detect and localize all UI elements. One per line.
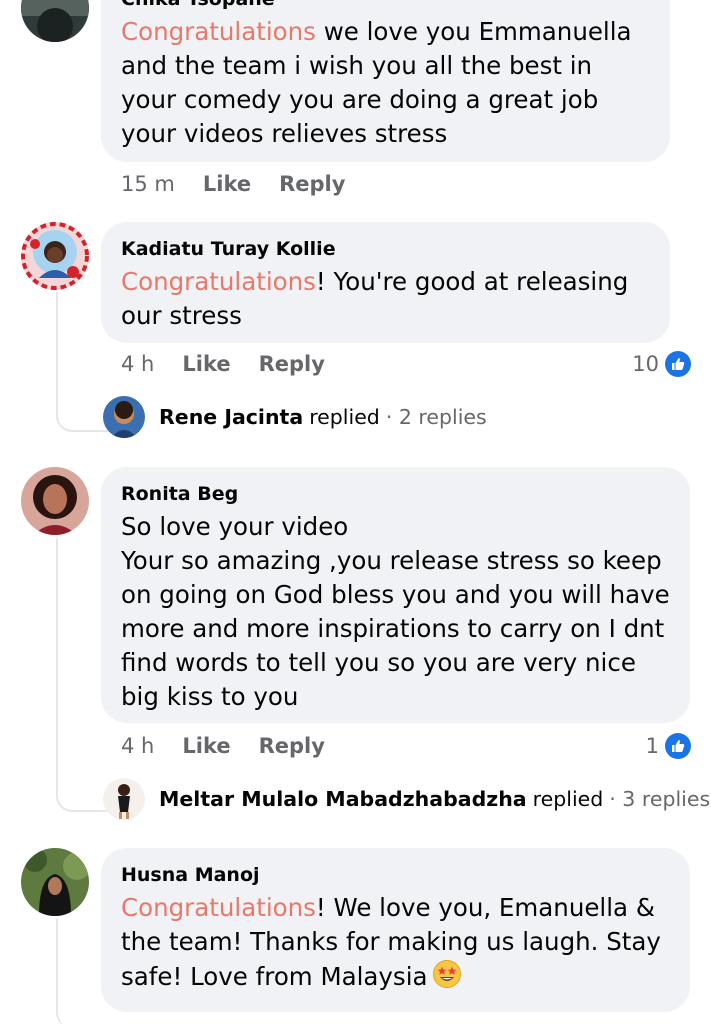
- comment-author[interactable]: Ronita Beg: [121, 481, 670, 507]
- comment-text: Congratulations! You're good at releasin…: [121, 267, 637, 330]
- comment-text: Congratulations! We love you, Emanuella …: [121, 893, 669, 991]
- comments-feed: Chika Tsopane Congratulations we love yo…: [0, 0, 711, 1024]
- comment-bubble: Husna Manoj Congratulations! We love you…: [101, 848, 690, 1012]
- like-button[interactable]: Like: [182, 352, 230, 376]
- reaction-count: 1: [645, 734, 659, 758]
- reaction-count: 10: [632, 352, 659, 376]
- reply-count: · 3 replies: [609, 787, 711, 811]
- avatar[interactable]: [21, 0, 89, 42]
- comment-text: So love your video Your so amazing ,you …: [121, 512, 670, 711]
- avatar[interactable]: [103, 396, 145, 438]
- reaction-summary[interactable]: 10: [632, 349, 691, 379]
- comment-author[interactable]: Husna Manoj: [121, 862, 670, 888]
- reaction-summary[interactable]: 1: [646, 731, 691, 761]
- comment-bubble: Chika Tsopane Congratulations we love yo…: [101, 0, 670, 162]
- reply-button[interactable]: Reply: [279, 172, 345, 196]
- highlight-word[interactable]: Congratulations: [121, 17, 316, 46]
- avatar[interactable]: [21, 222, 89, 290]
- reply-button[interactable]: Reply: [259, 734, 325, 758]
- reply-author[interactable]: Rene Jacinta: [159, 405, 303, 429]
- comment-author[interactable]: Kadiatu Turay Kollie: [121, 236, 650, 262]
- replied-label: replied: [309, 405, 380, 429]
- comment-actions: 4 h Like Reply: [121, 731, 325, 761]
- avatar[interactable]: [21, 848, 89, 916]
- comment-time[interactable]: 4 h: [121, 352, 154, 376]
- like-button[interactable]: Like: [203, 172, 251, 196]
- comment-bubble: Kadiatu Turay Kollie Congratulations! Yo…: [101, 222, 670, 343]
- comment-actions: 15 m Like Reply: [121, 169, 345, 199]
- highlight-word[interactable]: Congratulations: [121, 893, 316, 922]
- highlight-word[interactable]: Congratulations: [121, 267, 316, 296]
- reply-author[interactable]: Meltar Mulalo Mabadzhabadzha: [159, 787, 527, 811]
- thumbs-up-icon: [665, 733, 691, 759]
- comment-actions: 4 h Like Reply: [121, 349, 325, 379]
- view-replies-link[interactable]: Rene Jacinta replied · 2 replies: [159, 402, 487, 432]
- reply-button[interactable]: Reply: [259, 352, 325, 376]
- reply-count: · 2 replies: [385, 405, 487, 429]
- comment-time[interactable]: 15 m: [121, 172, 175, 196]
- view-replies-link[interactable]: Meltar Mulalo Mabadzhabadzha replied · 3…: [159, 784, 710, 814]
- star-struck-emoji: [432, 959, 462, 989]
- like-button[interactable]: Like: [182, 734, 230, 758]
- replied-label: replied: [532, 787, 604, 811]
- comment-text: Congratulations we love you Emmanuella a…: [121, 17, 640, 148]
- avatar[interactable]: [21, 467, 89, 535]
- avatar[interactable]: [103, 778, 145, 820]
- comment-bubble: Ronita Beg So love your video Your so am…: [101, 467, 690, 723]
- thumbs-up-icon: [665, 351, 691, 377]
- comment-author[interactable]: Chika Tsopane: [121, 0, 650, 12]
- comment-time[interactable]: 4 h: [121, 734, 154, 758]
